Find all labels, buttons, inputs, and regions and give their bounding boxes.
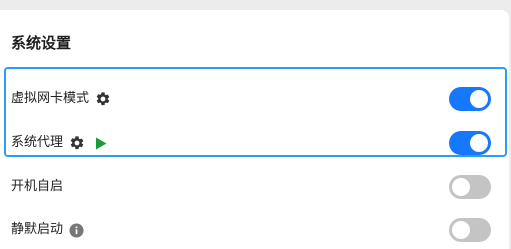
info-icon[interactable]	[69, 222, 84, 238]
setting-label-group: 虚拟网卡模式	[11, 90, 111, 108]
setting-label-system-proxy: 系统代理	[11, 135, 64, 150]
gear-icon[interactable]	[95, 91, 111, 107]
setting-row-silent-start: 静默启动	[0, 210, 509, 249]
setting-label-tun-mode: 虚拟网卡模式	[11, 91, 90, 106]
gear-icon[interactable]	[69, 135, 85, 151]
toggle-auto-launch[interactable]	[449, 175, 491, 199]
toggle-knob	[470, 134, 488, 152]
setting-label-silent-start: 静默启动	[11, 222, 64, 237]
toggle-silent-start[interactable]	[449, 218, 491, 242]
toggle-knob	[470, 90, 488, 108]
setting-label-group: 静默启动	[11, 221, 84, 239]
setting-label-auto-launch: 开机自启	[11, 179, 64, 194]
settings-card: 系统设置 虚拟网卡模式 系统代理 开机自启 静默启动	[0, 10, 509, 249]
section-title: 系统设置	[11, 34, 72, 52]
toggle-system-proxy[interactable]	[449, 131, 491, 155]
setting-row-auto-launch: 开机自启	[0, 167, 509, 207]
setting-label-group: 开机自启	[11, 178, 63, 196]
toggle-tun-mode[interactable]	[449, 87, 491, 111]
setting-label-group: 系统代理	[11, 134, 107, 152]
setting-row-tun-mode: 虚拟网卡模式	[0, 79, 509, 119]
setting-row-system-proxy: 系统代理	[0, 123, 509, 163]
toggle-knob	[452, 221, 470, 239]
toggle-knob	[452, 178, 470, 196]
play-icon[interactable]	[95, 137, 107, 150]
